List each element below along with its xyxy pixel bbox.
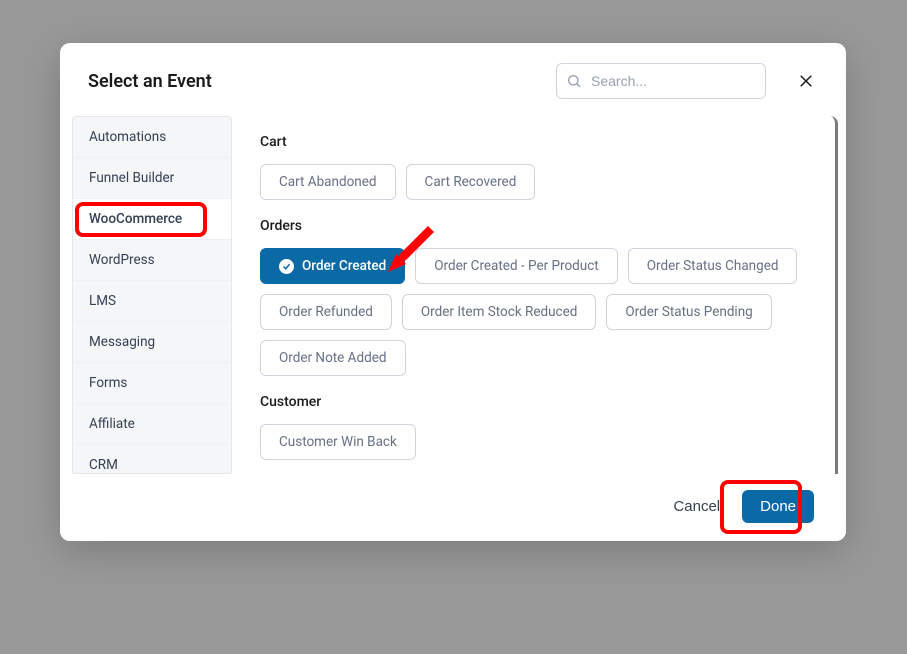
event-label: Customer Win Back xyxy=(279,434,397,450)
event-label: Cart Abandoned xyxy=(279,174,377,190)
event-label: Order Refunded xyxy=(279,304,373,320)
check-icon xyxy=(279,259,294,274)
close-button[interactable] xyxy=(794,69,818,93)
event-order-status-pending[interactable]: Order Status Pending xyxy=(606,294,771,330)
sidebar-item-forms[interactable]: Forms xyxy=(73,363,231,404)
event-label: Order Status Pending xyxy=(625,304,752,320)
section-orders-events: Order Created Order Created - Per Product… xyxy=(260,248,807,376)
event-cart-abandoned[interactable]: Cart Abandoned xyxy=(260,164,396,200)
event-order-refunded[interactable]: Order Refunded xyxy=(260,294,392,330)
sidebar-item-automations[interactable]: Automations xyxy=(73,117,231,158)
event-label: Order Status Changed xyxy=(647,258,779,274)
event-list: Cart Cart Abandoned Cart Recovered Orders Or… xyxy=(232,116,838,474)
sidebar-item-funnel-builder[interactable]: Funnel Builder xyxy=(73,158,231,199)
sidebar-item-messaging[interactable]: Messaging xyxy=(73,322,231,363)
sidebar-item-woocommerce[interactable]: WooCommerce xyxy=(73,199,231,240)
done-button[interactable]: Done xyxy=(742,490,814,523)
search-wrap xyxy=(556,63,766,99)
search-input[interactable] xyxy=(556,63,766,99)
section-title-customer: Customer xyxy=(260,394,807,410)
event-order-item-stock-reduced[interactable]: Order Item Stock Reduced xyxy=(402,294,597,330)
event-order-created-per-product[interactable]: Order Created - Per Product xyxy=(415,248,618,284)
section-title-cart: Cart xyxy=(260,134,807,150)
event-label: Cart Recovered xyxy=(425,174,517,190)
event-label: Order Created - Per Product xyxy=(434,258,599,274)
cancel-button[interactable]: Cancel xyxy=(673,498,720,515)
sidebar-item-wordpress[interactable]: WordPress xyxy=(73,240,231,281)
section-customer-events: Customer Win Back xyxy=(260,424,807,460)
event-customer-win-back[interactable]: Customer Win Back xyxy=(260,424,416,460)
sidebar: AutomationsFunnel BuilderWooCommerceWord… xyxy=(72,116,232,474)
modal-header: Select an Event xyxy=(60,43,846,115)
section-cart-events: Cart Abandoned Cart Recovered xyxy=(260,164,807,200)
event-label: Order Item Stock Reduced xyxy=(421,304,578,320)
sidebar-item-lms[interactable]: LMS xyxy=(73,281,231,322)
sidebar-item-crm[interactable]: CRM xyxy=(73,445,231,474)
select-event-modal: Select an Event AutomationsFunnel Builde… xyxy=(60,43,846,541)
event-order-created[interactable]: Order Created xyxy=(260,248,405,284)
section-title-orders: Orders xyxy=(260,218,807,234)
event-order-note-added[interactable]: Order Note Added xyxy=(260,340,406,376)
event-label: Order Created xyxy=(302,258,386,274)
search-icon xyxy=(566,73,582,89)
event-cart-recovered[interactable]: Cart Recovered xyxy=(406,164,536,200)
event-order-status-changed[interactable]: Order Status Changed xyxy=(628,248,798,284)
event-label: Order Note Added xyxy=(279,350,387,366)
modal-title: Select an Event xyxy=(88,71,544,92)
modal-footer: Cancel Done xyxy=(60,474,846,541)
sidebar-item-affiliate[interactable]: Affiliate xyxy=(73,404,231,445)
modal-body: AutomationsFunnel BuilderWooCommerceWord… xyxy=(60,115,846,474)
